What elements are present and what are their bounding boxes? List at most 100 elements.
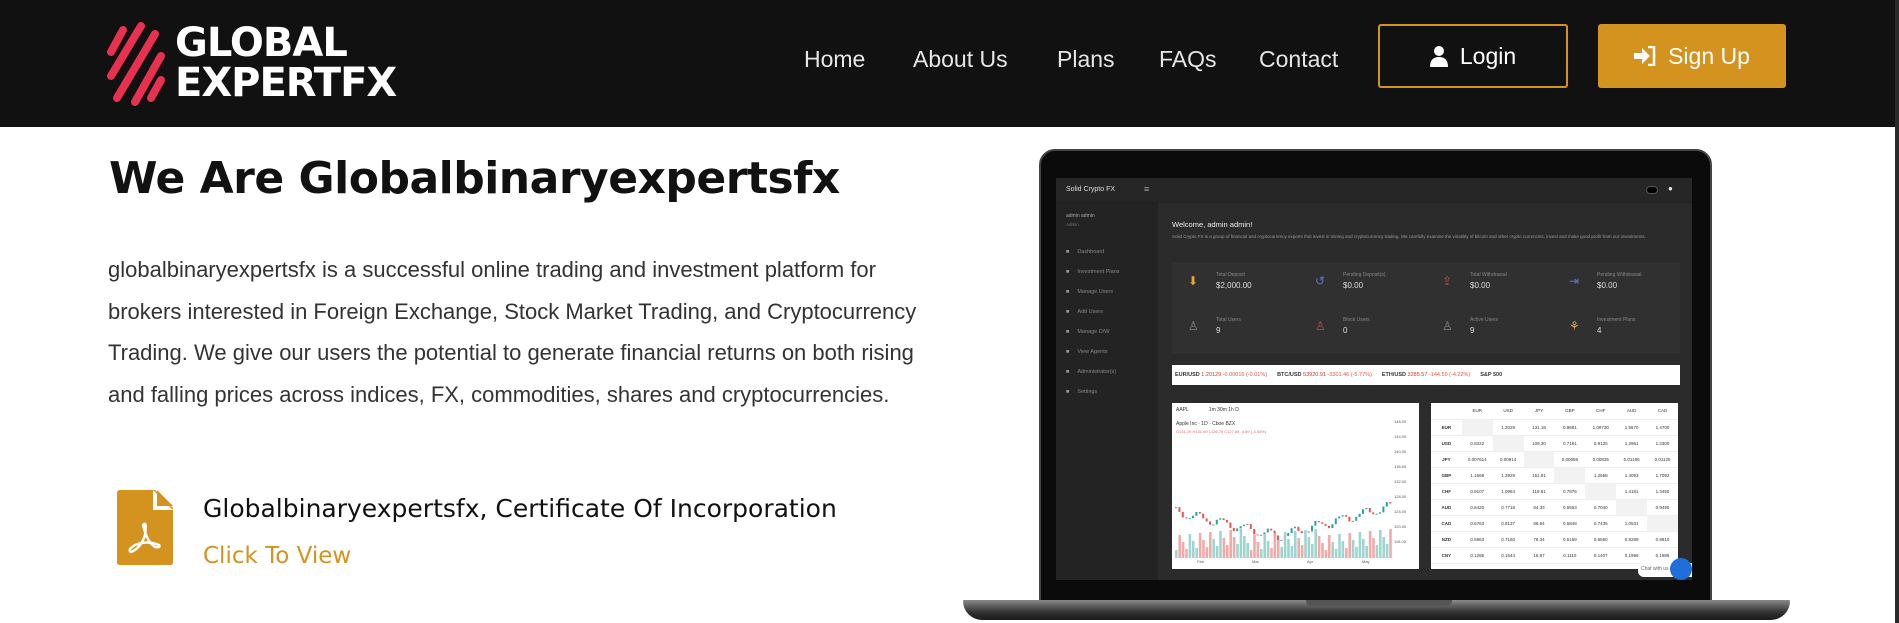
table-row: CNY 0.1285 0.1544 16.87 0.1110 0.1407 0.1996 0.…: [1431, 547, 1678, 564]
candle: [1358, 513, 1361, 517]
y-tick-label: 140.00: [1394, 449, 1407, 454]
nav-faqs[interactable]: FAQs: [1159, 46, 1217, 73]
ticker-pair: EUR/USD: [1175, 372, 1200, 378]
candle: [1219, 518, 1222, 520]
volume-bar: [1375, 545, 1379, 558]
candle: [1266, 528, 1269, 533]
candle: [1270, 528, 1273, 531]
sidebar-item-label: Manage D/W: [1077, 329, 1110, 335]
user-icon: ●: [1668, 184, 1673, 193]
y-tick-label: 124.00: [1394, 509, 1407, 514]
sidebar-item-label: Investment Plans: [1077, 269, 1120, 275]
volume-bar: [1368, 531, 1372, 558]
table-cell: 1.5570: [1616, 419, 1648, 436]
table-cell: 0.00835: [1585, 451, 1617, 468]
candle: [1379, 512, 1381, 514]
sidebar-item[interactable]: ■ Add Users: [1066, 309, 1103, 315]
volume-bar: [1317, 536, 1321, 558]
agents-icon: ■: [1066, 349, 1070, 355]
volume-bar: [1358, 532, 1362, 558]
ticker-item[interactable]: BTC/USD 53920.91 -3301.46 (-5.77%): [1277, 372, 1372, 378]
column-header: CHF: [1585, 403, 1617, 420]
table-cell: 0.5963: [1461, 531, 1493, 548]
stat-label: Total Withdrawal: [1470, 272, 1507, 278]
volume-bar: [1253, 535, 1256, 558]
sidebar-item[interactable]: ■ Manage D/W: [1066, 329, 1109, 335]
volume-bar: [1334, 549, 1338, 558]
table-cell: 0.01185: [1616, 451, 1648, 468]
logo-line1: GLOBAL: [175, 20, 348, 66]
stat-label: Pending Deposit(s): [1343, 272, 1386, 278]
table-cell: CAD: [1431, 515, 1462, 532]
sidebar-item-label: Dashboard: [1077, 249, 1105, 255]
page-scrollbar[interactable]: [1895, 0, 1899, 623]
sidebar-item[interactable]: ■ Administrator(s): [1066, 369, 1116, 375]
stat-icon: ♙: [1315, 319, 1326, 333]
volume-bar: [1290, 546, 1294, 558]
logo[interactable]: GLOBAL EXPERTFX: [103, 18, 397, 108]
volume-bar: [1185, 549, 1188, 558]
candle: [1375, 513, 1378, 515]
stat-card: ⇪ Total Withdrawal $0.00: [1426, 263, 1553, 308]
home-icon: ■: [1066, 249, 1070, 255]
candle: [1311, 525, 1313, 532]
table-cell: 0.9107: [1461, 483, 1493, 500]
click-to-view-link[interactable]: Click To View: [203, 543, 351, 569]
x-tick-label: Mar: [1252, 559, 1259, 564]
volume-bar: [1348, 533, 1351, 558]
stat-card: ⬇ Total Deposit $2,000.00: [1172, 263, 1299, 308]
table-cell: 1.2961: [1616, 435, 1648, 452]
candle: [1195, 511, 1198, 516]
candle: [1236, 528, 1239, 532]
nav-home[interactable]: Home: [804, 46, 865, 73]
header: GLOBAL EXPERTFX Home About Us Plans FAQs …: [0, 0, 1895, 127]
chat-bubble-icon[interactable]: [1670, 558, 1692, 580]
ticker-pair: BTC/USD: [1277, 372, 1302, 378]
candle: [1181, 511, 1184, 518]
table-cell: 1.0964: [1492, 483, 1524, 500]
table-row: NZD 0.5963 0.7180 78.34 0.5159 0.6560 0.9289 0.…: [1431, 531, 1678, 548]
sidebar-item[interactable]: ■ Investment Plans: [1066, 269, 1120, 275]
logo-line2: EXPERTFX: [175, 60, 397, 106]
table-cell: 0.8681: [1554, 419, 1586, 436]
sidebar-item-label: Add Users: [1077, 309, 1104, 315]
ticker-item[interactable]: ETH/USD 3285.57 -144.59 (-4.22%): [1382, 372, 1470, 378]
page-title: We Are Globalbinaryexpertsfx: [109, 153, 840, 204]
candle: [1317, 521, 1320, 523]
candle: [1209, 521, 1211, 525]
ticker-item[interactable]: EUR/USD 1.20129 -0.00016 (-0.01%): [1175, 372, 1267, 378]
table-cell: 1.4093: [1616, 467, 1648, 484]
stat-card: ♙ Active Users 9: [1426, 308, 1553, 353]
signup-label: Sign Up: [1668, 42, 1750, 69]
sidebar-item[interactable]: ■ Settings: [1066, 389, 1097, 395]
table-cell: 78.34: [1523, 531, 1555, 548]
sidebar-item[interactable]: ■ Manage Users: [1066, 289, 1113, 295]
volume-bar: [1192, 541, 1195, 558]
candle: [1243, 524, 1245, 527]
dashboard-screenshot: Solid Crypto FX ≡ ● admin admin Admin ■ D…: [1056, 178, 1692, 580]
table-cell: [1585, 483, 1617, 500]
table-cell: 0.7181: [1554, 435, 1586, 452]
sidebar-item[interactable]: ■ Dashboard: [1066, 249, 1104, 255]
candle: [1226, 520, 1228, 523]
candle: [1321, 522, 1324, 524]
login-label: Login: [1459, 42, 1517, 69]
column-header: GBP: [1554, 403, 1586, 420]
volume-bar: [1178, 535, 1181, 558]
nav-about-us[interactable]: About Us: [913, 46, 1008, 73]
table-cell: 16.87: [1523, 547, 1555, 564]
table-cell: [1554, 467, 1586, 484]
candlestick-chart: [1175, 502, 1392, 558]
login-button[interactable]: Login: [1378, 24, 1568, 88]
sidebar-item-label: Settings: [1077, 389, 1098, 395]
candle: [1249, 524, 1252, 529]
nav-plans[interactable]: Plans: [1057, 46, 1115, 73]
ticker-item[interactable]: S&P 500: [1480, 372, 1502, 378]
sidebar-item[interactable]: ■ View Agents: [1066, 349, 1108, 355]
table-cell: 0.5848: [1554, 515, 1586, 532]
y-tick-label: 132.00: [1394, 479, 1407, 484]
stat-label: Investment Plans: [1597, 317, 1636, 323]
volume-bar: [1249, 550, 1253, 558]
nav-contact[interactable]: Contact: [1259, 46, 1338, 73]
signup-button[interactable]: Sign Up: [1598, 24, 1786, 88]
